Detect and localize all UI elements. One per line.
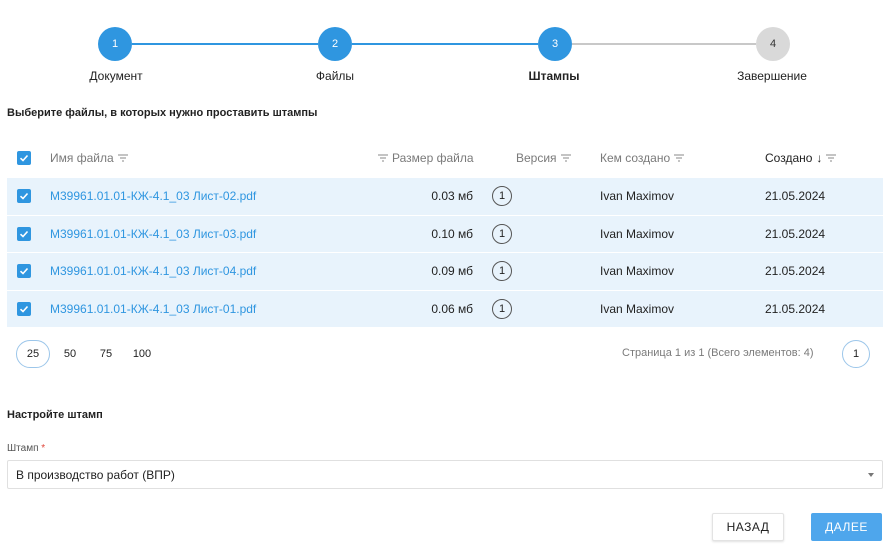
step-1-label: Документ bbox=[89, 69, 143, 83]
filter-icon[interactable] bbox=[378, 154, 388, 162]
back-button[interactable]: НАЗАД bbox=[712, 513, 784, 541]
select-all-checkbox[interactable] bbox=[17, 151, 31, 165]
table-row[interactable]: M39961.01.01-КЖ-4.1_03 Лист-03.pdf 0.10 … bbox=[7, 215, 883, 253]
version-badge[interactable]: 1 bbox=[492, 186, 512, 207]
row-checkbox[interactable] bbox=[17, 226, 31, 241]
page-size-selector: 25 50 75 100 bbox=[16, 340, 162, 368]
check-icon bbox=[19, 193, 29, 200]
step-2-circle[interactable]: 2 bbox=[318, 27, 352, 61]
created-by: Ivan Maximov bbox=[600, 226, 675, 241]
files-table: Имя файла Размер файла Версия Кем создан… bbox=[7, 138, 883, 328]
version-badge[interactable]: 1 bbox=[492, 298, 512, 319]
file-size: 0.06 мб bbox=[431, 301, 473, 316]
version-badge[interactable]: 1 bbox=[492, 223, 512, 244]
stamp-field-label: Штамп * bbox=[7, 443, 45, 454]
column-header-size-label: Размер файла bbox=[392, 151, 474, 165]
column-header-size[interactable]: Размер файла bbox=[378, 151, 474, 165]
file-size: 0.03 мб bbox=[431, 189, 473, 204]
check-icon bbox=[19, 230, 29, 238]
page-size-50[interactable]: 50 bbox=[54, 340, 86, 368]
stamp-select-value: В производство работ (ВПР) bbox=[16, 467, 175, 482]
created-date: 21.05.2024 bbox=[765, 226, 826, 241]
step-4-label: Завершение bbox=[737, 69, 807, 83]
created-date: 21.05.2024 bbox=[765, 189, 826, 204]
step-number: 1 bbox=[111, 38, 119, 50]
sort-desc-icon[interactable]: ↓ bbox=[816, 151, 822, 165]
created-by: Ivan Maximov bbox=[600, 189, 675, 204]
table-row[interactable]: M39961.01.01-КЖ-4.1_03 Лист-04.pdf 0.09 … bbox=[7, 253, 883, 291]
page-button-1[interactable]: 1 bbox=[842, 340, 870, 368]
file-size: 0.09 мб bbox=[431, 264, 473, 279]
page-size-100[interactable]: 100 bbox=[126, 340, 158, 368]
page-size-25[interactable]: 25 bbox=[16, 340, 50, 368]
column-header-created-by[interactable]: Кем создано bbox=[600, 151, 685, 165]
column-header-version[interactable]: Версия bbox=[516, 151, 571, 165]
check-icon bbox=[19, 305, 29, 313]
row-checkbox[interactable] bbox=[17, 189, 31, 204]
table-header-row: Имя файла Размер файла Версия Кем создан… bbox=[7, 138, 883, 178]
stepper: 1 2 3 4 Документ Файлы Штампы Завершение bbox=[0, 0, 890, 90]
page-size-75[interactable]: 75 bbox=[90, 340, 122, 368]
step-number: 2 bbox=[331, 38, 339, 50]
filter-icon[interactable] bbox=[117, 154, 128, 162]
step-connector bbox=[352, 43, 538, 45]
created-by: Ivan Maximov bbox=[600, 301, 675, 316]
step-number: 3 bbox=[551, 38, 559, 50]
file-name-link[interactable]: M39961.01.01-КЖ-4.1_03 Лист-04.pdf bbox=[50, 264, 256, 278]
files-section-title: Выберите файлы, в которых нужно простави… bbox=[7, 107, 318, 119]
check-icon bbox=[19, 154, 29, 162]
stamp-select[interactable]: В производство работ (ВПР) bbox=[7, 460, 883, 489]
stamp-section-title: Настройте штамп bbox=[7, 409, 103, 421]
file-name-link[interactable]: M39961.01.01-КЖ-4.1_03 Лист-02.pdf bbox=[50, 189, 256, 203]
row-checkbox[interactable] bbox=[17, 264, 31, 279]
file-size: 0.10 мб bbox=[431, 226, 473, 241]
pagination-info: Страница 1 из 1 (Всего элементов: 4) bbox=[622, 347, 814, 359]
file-name-link[interactable]: M39961.01.01-КЖ-4.1_03 Лист-03.pdf bbox=[50, 227, 256, 241]
column-header-name[interactable]: Имя файла bbox=[50, 151, 128, 165]
row-checkbox[interactable] bbox=[17, 301, 31, 316]
step-4-circle: 4 bbox=[756, 27, 790, 61]
column-header-created-by-label: Кем создано bbox=[600, 151, 671, 165]
column-header-created-label: Создано bbox=[765, 151, 813, 165]
step-connector bbox=[132, 43, 318, 45]
file-name-link[interactable]: M39961.01.01-КЖ-4.1_03 Лист-01.pdf bbox=[50, 302, 256, 316]
step-3-circle[interactable]: 3 bbox=[538, 27, 572, 61]
table-row[interactable]: M39961.01.01-КЖ-4.1_03 Лист-01.pdf 0.06 … bbox=[7, 290, 883, 328]
created-date: 21.05.2024 bbox=[765, 264, 826, 279]
next-button[interactable]: ДАЛЕЕ bbox=[811, 513, 882, 541]
caret-down-icon bbox=[868, 473, 874, 477]
column-header-version-label: Версия bbox=[516, 151, 557, 165]
step-connector bbox=[572, 43, 756, 45]
column-header-name-label: Имя файла bbox=[50, 151, 114, 165]
column-header-created[interactable]: Создано ↓ bbox=[765, 151, 837, 165]
filter-icon[interactable] bbox=[826, 154, 837, 162]
table-row[interactable]: M39961.01.01-КЖ-4.1_03 Лист-02.pdf 0.03 … bbox=[7, 178, 883, 216]
created-by: Ivan Maximov bbox=[600, 264, 675, 279]
check-icon bbox=[19, 268, 29, 275]
step-number: 4 bbox=[769, 38, 777, 50]
required-mark: * bbox=[41, 443, 46, 454]
filter-icon[interactable] bbox=[674, 154, 685, 162]
step-1-circle[interactable]: 1 bbox=[98, 27, 132, 61]
step-3-label: Штампы bbox=[528, 69, 580, 83]
step-2-label: Файлы bbox=[315, 69, 355, 83]
filter-icon[interactable] bbox=[560, 154, 571, 162]
stamp-label-text: Штамп bbox=[7, 443, 39, 454]
version-badge[interactable]: 1 bbox=[492, 261, 512, 282]
created-date: 21.05.2024 bbox=[765, 301, 826, 316]
